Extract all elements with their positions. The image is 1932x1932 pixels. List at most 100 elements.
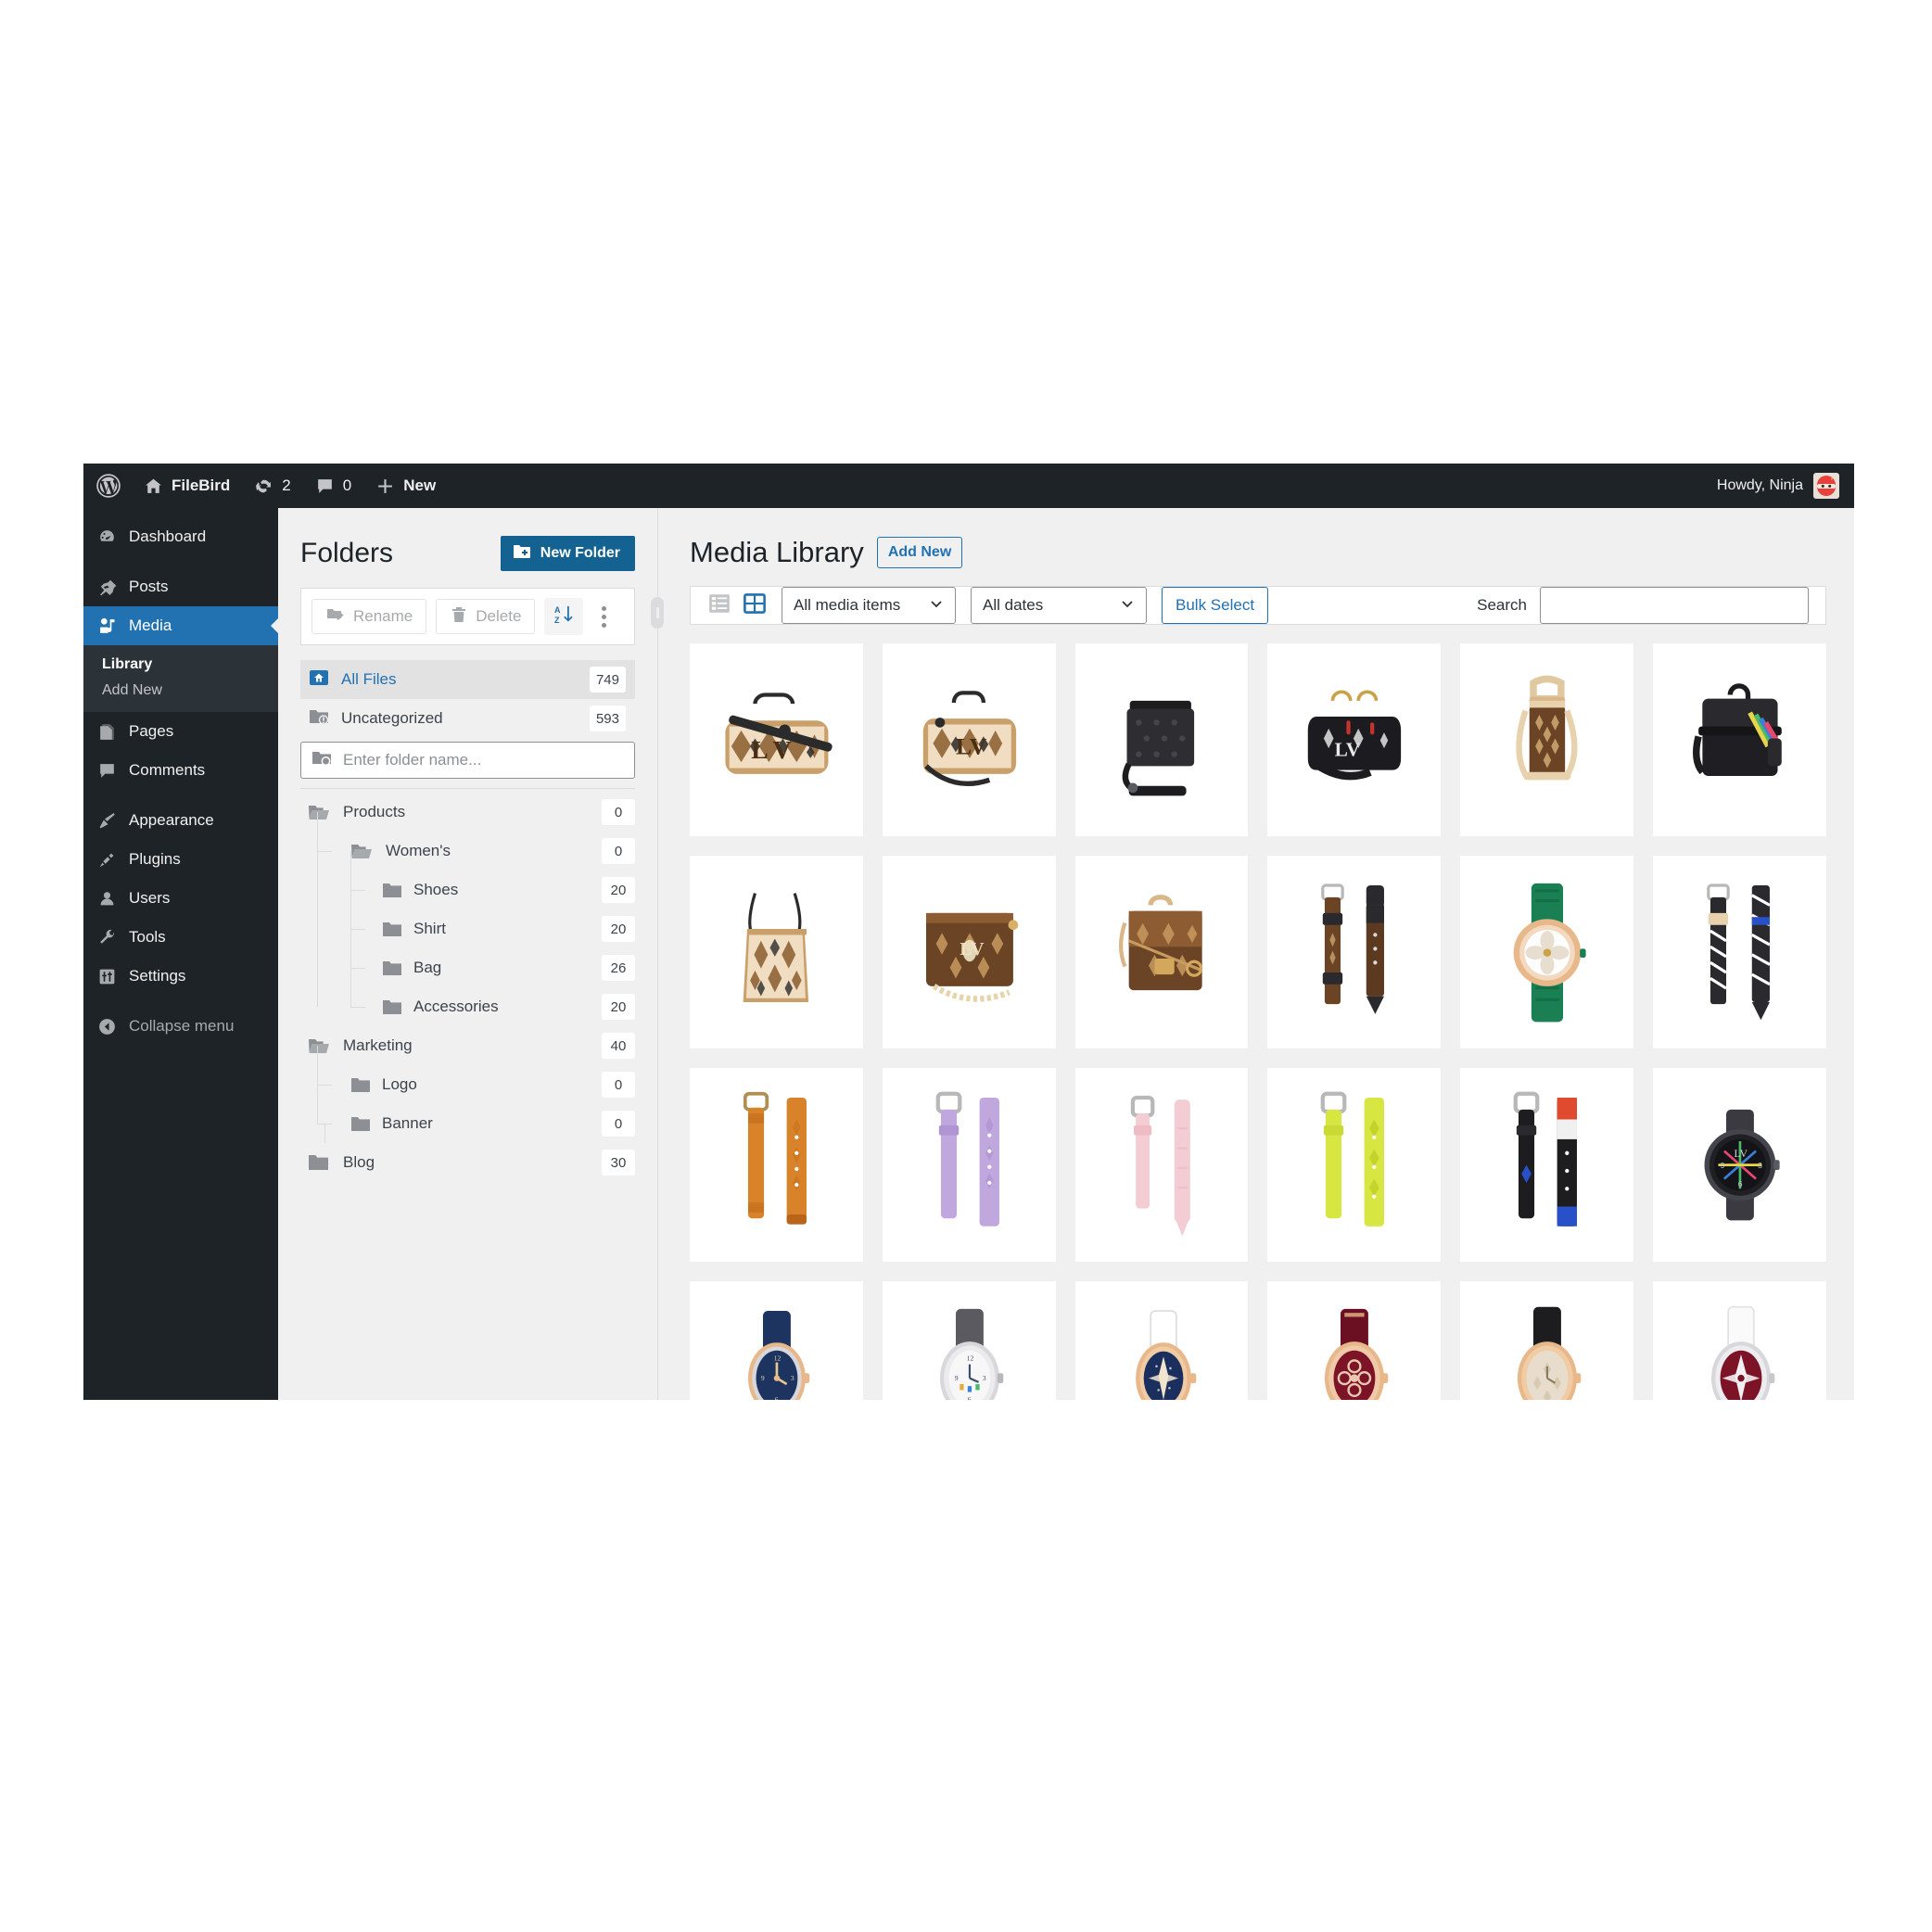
wordpress-logo-button[interactable] [83,464,132,508]
media-item-monogram-metis-bag[interactable] [1074,856,1249,1049]
folder-marketing[interactable]: Marketing 40 [300,1026,635,1065]
folder-icon [382,960,404,977]
media-item-monogram-bottle-holder[interactable] [1460,643,1634,837]
rename-button[interactable]: Rename [311,599,427,634]
panel-resize-handle[interactable] [651,597,664,629]
folder-count: 0 [602,1111,635,1137]
media-item-green-gold-watch[interactable] [1460,856,1634,1049]
tree-guide-line [317,890,318,929]
media-toolbar: All media items All dates Bulk Select Se… [690,586,1826,625]
svg-text:9: 9 [955,1373,959,1381]
folder-open-icon [308,803,334,822]
folder-search-box[interactable] [300,742,635,779]
media-item-orange-leather-strap[interactable] [690,1068,863,1262]
media-item-purple-leather-strap[interactable] [882,1068,1056,1262]
folder-label: Bag [413,959,442,976]
sidebar-item-pages[interactable]: Pages [83,712,278,751]
folder-products[interactable]: Products 0 [300,793,635,832]
updates-button[interactable]: 2 [242,464,302,508]
folder-all-files[interactable]: All Files 749 [300,660,635,699]
wordpress-admin-screen: FileBird 2 0 New Howdy, Ninja Dashboard … [83,464,1854,1400]
media-item-brown-monogram-strap[interactable] [1267,856,1442,1049]
folder-logo[interactable]: Logo 0 [300,1046,635,1104]
sort-az-button[interactable]: A Z [544,598,584,635]
new-folder-button[interactable]: New Folder [500,536,635,571]
account-menu[interactable]: Howdy, Ninja [1717,473,1854,499]
comments-button[interactable]: 0 [303,464,363,508]
media-item-black-graphic-strap[interactable] [1460,1068,1634,1262]
tree-guide-branch [317,1085,332,1086]
sidebar-item-media[interactable]: Media [83,606,278,645]
oval-watch-thumbnail [1267,1280,1442,1400]
sidebar-item-posts[interactable]: Posts [83,567,278,606]
sidebar-item-comments[interactable]: Comments [83,751,278,790]
new-content-button[interactable]: New [363,464,448,508]
sidebar-item-settings[interactable]: Settings [83,957,278,996]
dashboard-icon [96,527,117,547]
sidebar-item-plugins[interactable]: Plugins [83,840,278,879]
site-name-button[interactable]: FileBird [132,464,242,508]
sidebar-item-appearance[interactable]: Appearance [83,801,278,840]
oval-watch-thumbnail: 12 3 6 9 [690,1280,863,1400]
folder-uncategorized[interactable]: Uncategorized 593 [300,699,635,738]
folder-count: 20 [602,877,635,903]
svg-text:3: 3 [983,1373,986,1381]
media-item-navy-dial-watch[interactable]: 12 3 6 9 [690,1280,863,1400]
media-item-navy-star-dial-watch[interactable] [1074,1280,1249,1400]
date-filter[interactable]: All dates [971,587,1147,624]
sidebar-item-label: Appearance [129,811,214,829]
home-folder-icon [308,667,330,693]
folder-open-icon [350,842,376,861]
admin-sidebar-menu: Dashboard Posts Media Library Add New Pa… [83,508,278,1400]
updates-count: 2 [282,477,291,494]
search-input[interactable] [1540,587,1809,624]
comments-count: 0 [342,477,352,494]
media-item-burgundy-flower-watch[interactable] [1267,1280,1442,1400]
media-item-white-burgundy-watch[interactable] [1653,1280,1826,1400]
submenu-item-add-new[interactable]: Add New [83,678,278,704]
media-item-black-alma-bag[interactable]: LV [1267,643,1442,837]
folders-more-button[interactable] [592,605,615,628]
media-item-black-rainbow-backpack[interactable] [1653,643,1826,837]
media-item-yellow-monogram-strap[interactable] [1267,1068,1442,1262]
sort-az-icon: A Z [553,604,575,630]
media-item-white-dial-grey-watch[interactable]: 12 3 6 9 [882,1280,1056,1400]
media-item-monogram-neverfull-tote[interactable] [690,856,863,1049]
folder-blog[interactable]: Blog 30 [300,1124,635,1182]
media-item-monogram-keepall-bag[interactable]: L V [690,643,863,837]
folder-accessories[interactable]: Accessories 20 [300,968,635,1026]
howdy-label: Howdy, Ninja [1716,477,1803,493]
add-new-button[interactable]: Add New [876,537,963,568]
sidebar-item-tools[interactable]: Tools [83,918,278,957]
bulk-select-button[interactable]: Bulk Select [1162,587,1269,624]
media-item-cream-monogram-watch[interactable] [1460,1280,1634,1400]
delete-button[interactable]: Delete [436,599,536,634]
sidebar-item-label: Media [129,616,172,634]
media-item-black-flat-messenger[interactable] [1074,643,1249,837]
svg-text:12: 12 [774,1354,782,1362]
sidebar-item-collapse-menu[interactable]: Collapse menu [83,1007,278,1046]
folder-label: Shirt [413,920,446,937]
media-item-pink-leather-strap[interactable] [1074,1068,1249,1262]
folder-count: 20 [602,916,635,942]
media-type-filter[interactable]: All media items [782,587,956,624]
wrench-icon [96,928,117,947]
folder-search-input[interactable] [343,751,625,769]
sidebar-item-users[interactable]: Users [83,879,278,918]
media-item-black-tambour-smartwatch[interactable]: LV 3 6 9 [1653,1068,1826,1262]
media-item-blue-white-print-strap[interactable] [1653,856,1826,1049]
grid-view-icon[interactable] [743,591,767,620]
media-item-monogram-speedy-bag[interactable]: LV [882,643,1056,837]
folder-plus-icon [512,541,532,566]
folder-alert-icon [308,705,330,732]
sidebar-item-dashboard[interactable]: Dashboard [83,517,278,556]
flat-pouch-thumbnail [1074,643,1249,837]
media-icon [96,616,117,636]
folder-banner[interactable]: Banner 0 [300,1085,635,1143]
chevron-down-icon [1120,596,1135,616]
submenu-item-library[interactable]: Library [83,652,278,678]
list-view-icon[interactable] [707,591,731,620]
metis-bag-thumbnail [1074,856,1249,1049]
strap-pair-thumbnail [690,1068,863,1262]
media-item-monogram-felicie-pochette[interactable]: LV [882,856,1056,1049]
